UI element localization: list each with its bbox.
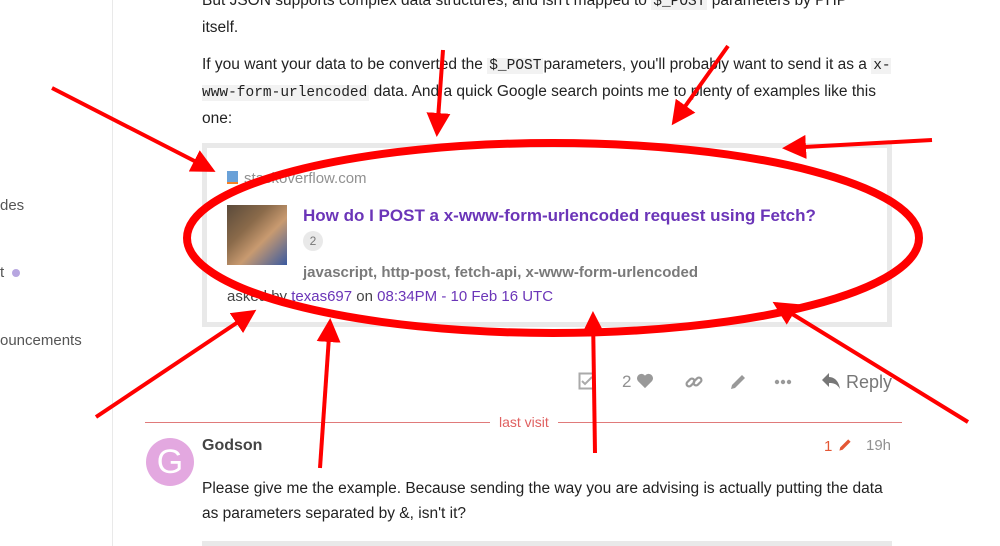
- onebox-title-link[interactable]: How do I POST a x-www-form-urlencoded re…: [303, 206, 816, 226]
- reply-body: Please give me the example. Because send…: [202, 480, 883, 522]
- pencil-icon: [838, 439, 851, 451]
- sidebar-item-2[interactable]: t: [0, 264, 21, 281]
- post-paragraph-2: If you want your data to be converted th…: [202, 52, 892, 131]
- last-visit-label: last visit: [490, 414, 558, 430]
- sidebar-item-label: ouncements: [0, 332, 82, 349]
- onebox-asked-line: asked by texas697 on 08:34PM - 10 Feb 16…: [227, 288, 553, 305]
- edit-history-button[interactable]: 1: [824, 437, 853, 455]
- annotation-arrow: [94, 309, 257, 419]
- username-link[interactable]: Godson: [202, 437, 262, 455]
- edit-button[interactable]: [728, 372, 748, 397]
- annotation-arrow: [316, 318, 341, 469]
- post-age[interactable]: 19h: [866, 437, 891, 454]
- answer-count-badge: 2: [303, 231, 323, 251]
- sidebar-item-label: t: [0, 264, 5, 281]
- sidebar-item-label: des: [0, 197, 25, 214]
- more-button[interactable]: [774, 372, 792, 397]
- user-avatar[interactable]: G: [146, 438, 194, 486]
- post-paragraph-1: But JSON supports complex data structure…: [202, 0, 892, 40]
- link-icon: [685, 376, 703, 388]
- sidebar-item-1[interactable]: des: [0, 197, 24, 214]
- text: itself.: [202, 19, 239, 36]
- next-onebox-edge: [202, 541, 892, 546]
- date-link[interactable]: 08:34PM - 10 Feb 16 UTC: [377, 288, 553, 305]
- like-button[interactable]: 2: [622, 372, 654, 392]
- heart-icon: [637, 373, 654, 389]
- text: parameters by PHP: [711, 0, 848, 9]
- like-count: 2: [622, 372, 632, 391]
- sidebar-item-announcements[interactable]: ouncements: [0, 332, 82, 349]
- onebox-source[interactable]: stackoverflow.com: [227, 170, 367, 187]
- text: If you want your data to be converted th…: [202, 56, 483, 73]
- solution-checkbox-icon[interactable]: [578, 372, 596, 395]
- stackoverflow-favicon-icon: [227, 171, 238, 184]
- author-link[interactable]: texas697: [291, 288, 352, 305]
- sidebar: des t ouncements: [0, 0, 113, 546]
- author-avatar: [227, 205, 287, 265]
- share-link-button[interactable]: [684, 372, 704, 397]
- text: parameters, you'll probably want to send…: [543, 56, 867, 73]
- onebox-card[interactable]: stackoverflow.com How do I POST a x-www-…: [202, 143, 892, 327]
- inline-code: $_POST: [651, 0, 708, 10]
- onebox-tags: javascript, http-post, fetch-api, x-www-…: [303, 264, 699, 281]
- text: But JSON supports complex data structure…: [202, 0, 647, 9]
- pencil-icon: [731, 375, 745, 389]
- edit-count: 1: [824, 438, 833, 455]
- on-label: on: [356, 288, 373, 305]
- inline-code: $_POST: [487, 58, 544, 74]
- ellipsis-icon: [774, 379, 792, 385]
- post-actions: 2 Reply: [570, 372, 892, 398]
- reply-label: Reply: [845, 372, 892, 392]
- unread-dot-icon: [12, 269, 21, 278]
- onebox-source-label: stackoverflow.com: [244, 170, 367, 187]
- asked-by-label: asked by: [227, 288, 288, 305]
- reply-button[interactable]: Reply: [821, 372, 892, 393]
- reply-icon: [821, 373, 840, 389]
